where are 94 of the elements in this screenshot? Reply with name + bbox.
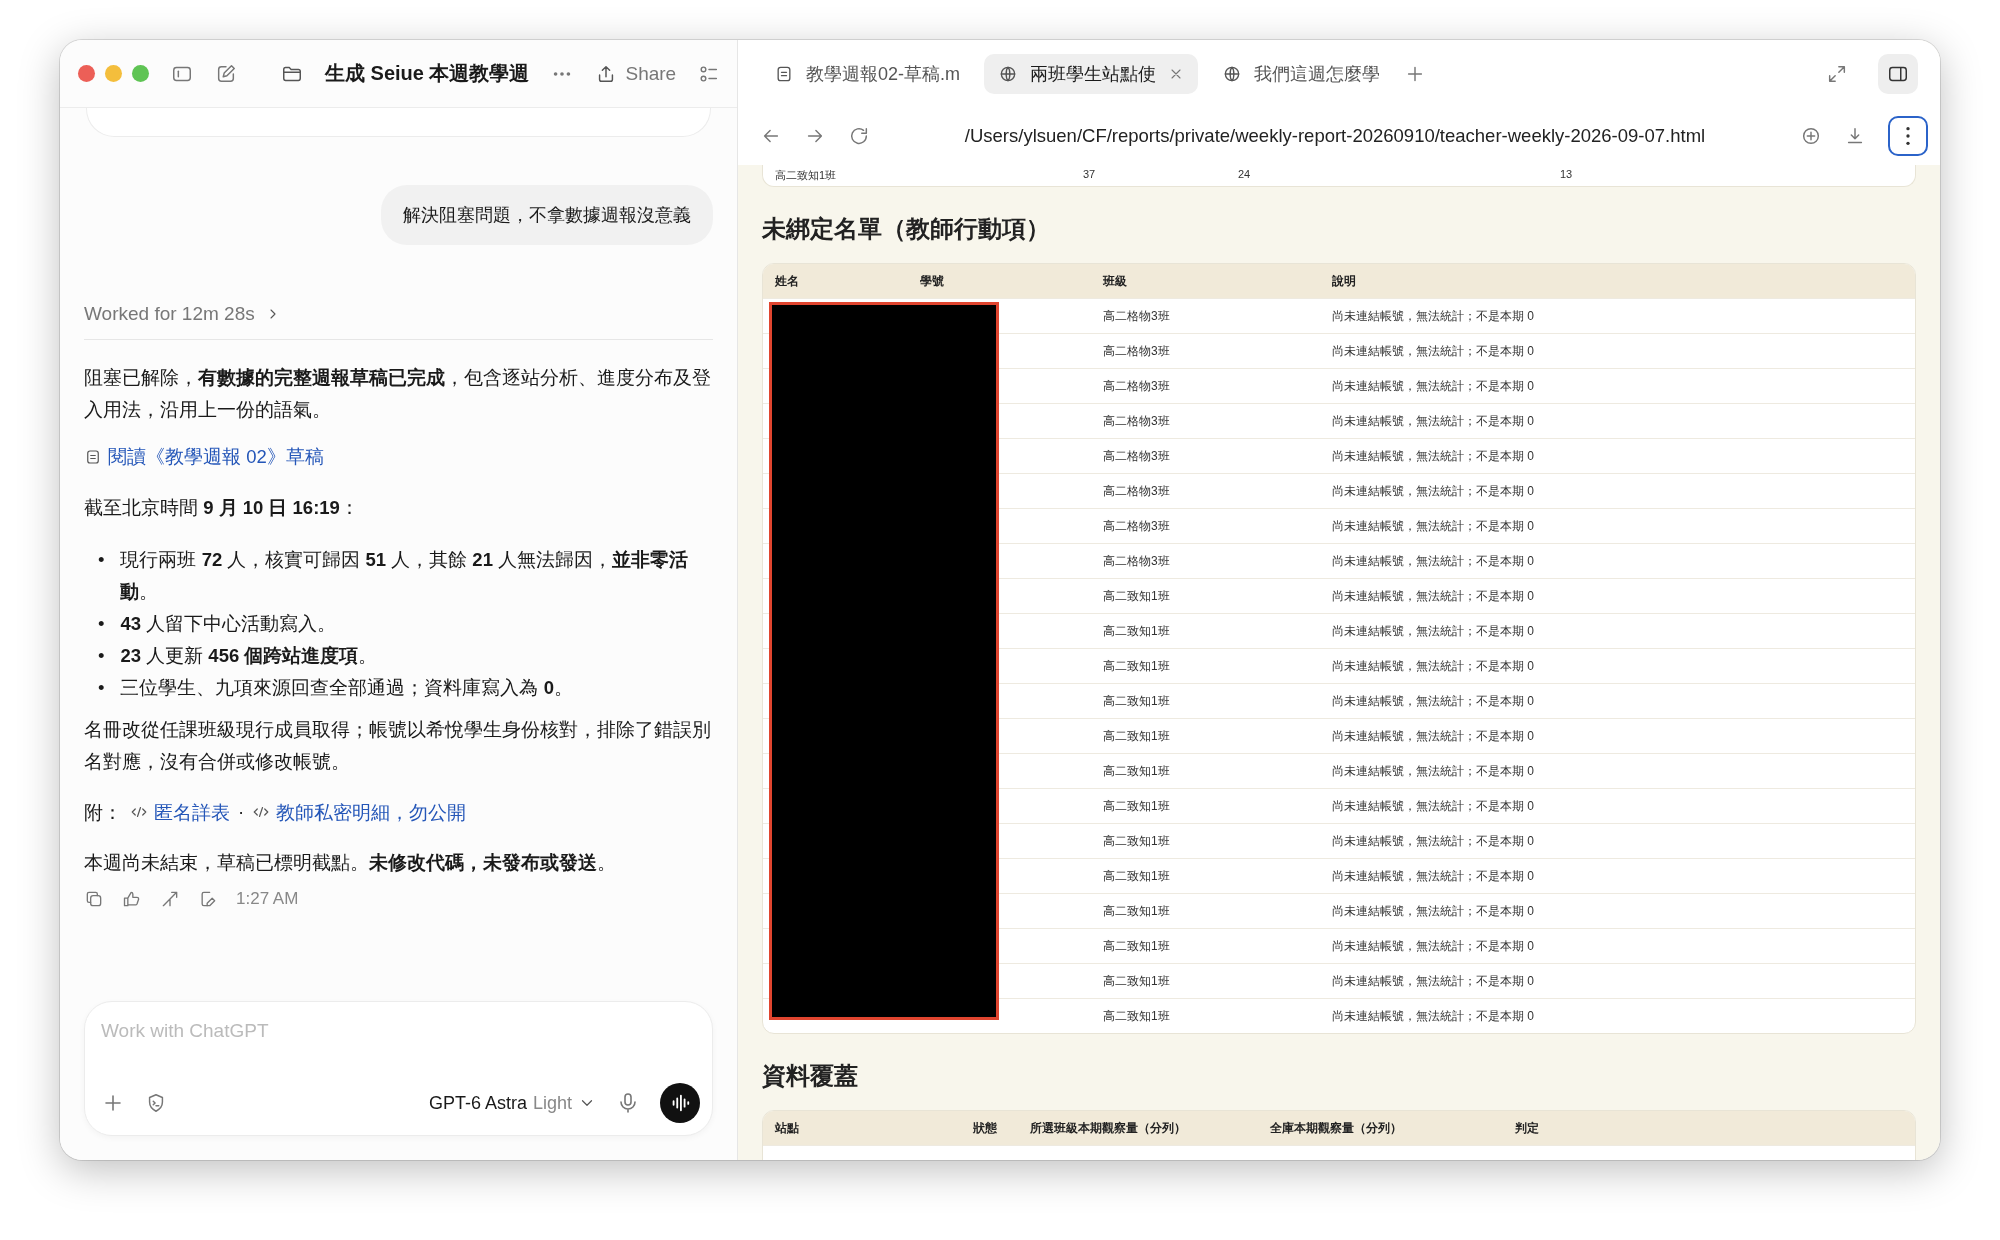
table-cell-text: 尚未連結帳號，無法統計；不是本期 0	[1332, 902, 1535, 920]
table-cell-text: 尚未連結帳號，無法統計；不是本期 0	[1332, 482, 1535, 500]
attachment-link[interactable]: 匿名詳表	[130, 799, 230, 825]
table-cell-text: 尚未連結帳號，無法統計；不是本期 0	[1332, 622, 1535, 640]
message-time: 1:27 AM	[236, 888, 299, 909]
more-options-button[interactable]	[1888, 116, 1928, 156]
bullet-marker: •	[98, 643, 105, 668]
table-cell-text: 13	[1560, 168, 1574, 182]
table-cell-text: 尚未連結帳號，無法統計；不是本期 0	[1332, 657, 1535, 675]
table-cell-text: 高二格物3班	[1103, 482, 1171, 500]
bullet-item: 現行兩班 72 人，核實可歸因 51 人，其餘 21 人無法歸因，並非零活動。	[120, 547, 690, 604]
document-link[interactable]: 閱讀《教學週報 02》草稿	[84, 444, 324, 469]
column-header: 判定	[1515, 1119, 1540, 1137]
browser-tab[interactable]: 教學週報02-草稿.m	[760, 53, 974, 94]
table-cell-text: 尚未連結帳號，無法統計；不是本期 0	[1332, 342, 1535, 360]
bullet-item: 23 人更新 456 個跨站進度項。	[120, 643, 378, 668]
table-cell-text: 尚未連結帳號，無法統計；不是本期 0	[1332, 307, 1535, 325]
table-cell-text: 高二格物3班	[1103, 412, 1171, 430]
table-cell-text: 尚未連結帳號，無法統計；不是本期 0	[1332, 517, 1535, 535]
column-header: 所選班級本期觀察量（分列）	[1030, 1119, 1187, 1137]
column-header: 說明	[1332, 272, 1357, 290]
attachments-label: 附：	[84, 800, 122, 825]
voice-button[interactable]	[660, 1083, 700, 1123]
table-cell-text: 尚未連結帳號，無法統計；不是本期 0	[1332, 727, 1535, 745]
table-cell-text: 尚未連結帳號，無法統計；不是本期 0	[1332, 412, 1535, 430]
column-header: 姓名	[775, 272, 800, 290]
bullet-marker: •	[98, 675, 105, 700]
bullet-item: 43 人留下中心活動寫入。	[120, 611, 337, 636]
worked-duration[interactable]: Worked for 12m 28s	[84, 303, 713, 340]
table-cell-text: 高二致知1班	[1103, 832, 1171, 850]
side-panel-button[interactable]	[1878, 53, 1918, 94]
table-cell-text: 高二致知1班	[1103, 902, 1171, 920]
browser-tab[interactable]: 兩班學生站點使	[984, 53, 1198, 94]
table-cell-text: 尚未連結帳號，無法統計；不是本期 0	[1332, 797, 1535, 815]
table-cell-text: 尚未連結帳號，無法統計；不是本期 0	[1332, 377, 1535, 395]
table-cell-text: 高二致知1班	[1103, 797, 1171, 815]
table-cell-text: 高二格物3班	[1103, 307, 1171, 325]
table-cell-text: 高二格物3班	[1103, 517, 1171, 535]
response-paragraph: 阻塞已解除，有數據的完整週報草稿已完成，包含逐站分析、進度分布及登入用法，沿用上一份的語氣。	[84, 366, 712, 422]
table-cell-text: 尚未連結帳號，無法統計；不是本期 0	[1332, 447, 1535, 465]
table-cell-text: 尚未連結帳號，無法統計；不是本期 0	[1332, 762, 1535, 780]
table-cell-text: 24	[1238, 168, 1252, 182]
table-cell-text: 高二格物3班	[1103, 552, 1171, 570]
model-selector[interactable]: GPT-6 Astra Light	[428, 1092, 596, 1114]
column-header: 學號	[920, 272, 945, 290]
address-bar[interactable]: /Users/ylsuen/CF/reports/private/weekly-report-20260910/teacher-weekly-2026-09-07.html	[892, 125, 1778, 147]
table-cell-text: 高二致知1班	[1103, 622, 1171, 640]
document-icon	[84, 447, 102, 466]
section-heading: 未綁定名單（教師行動項）	[762, 214, 1051, 244]
table-cell-text: 高二致知1班	[1103, 1007, 1171, 1025]
table-cell-text: 尚未連結帳號，無法統計；不是本期 0	[1332, 587, 1535, 605]
response-paragraph: 名冊改從任課班級現行成員取得；帳號以希悅學生身份核對，排除了錯誤別名對應，沒有合併或修改帳號。	[84, 717, 712, 774]
table-cell-text: 高二致知1班	[1103, 972, 1171, 990]
table-cell-text: 高二致知1班	[1103, 692, 1171, 710]
compose-icon[interactable]	[215, 62, 237, 85]
table-cell-text: 尚未連結帳號，無法統計；不是本期 0	[1332, 552, 1535, 570]
table-cell-text: 高二格物3班	[1103, 377, 1171, 395]
bullet-marker: •	[98, 611, 105, 636]
column-header: 全庫本期觀察量（分列）	[1270, 1119, 1403, 1137]
timestamp-line: 截至北京時間 9 月 10 日 16:19：	[84, 495, 360, 520]
table-cell-text: 高二致知1班	[1103, 587, 1171, 605]
bullet-item: 三位學生、九項來源回查全部通過；資料庫寫入為 0。	[120, 675, 573, 700]
share-button[interactable]: Share	[595, 62, 677, 85]
table-cell-text: 尚未連結帳號，無法統計；不是本期 0	[1332, 867, 1535, 885]
attachment-link[interactable]: 教師私密明細，勿公開	[252, 799, 467, 825]
table-cell-text: 尚未連結帳號，無法統計；不是本期 0	[1332, 692, 1535, 710]
table-cell-text: 尚未連結帳號，無法統計；不是本期 0	[1332, 1007, 1535, 1025]
table-cell-text: 高二致知1班	[775, 168, 838, 183]
table-cell-text: 高二致知1班	[1103, 867, 1171, 885]
column-header: 站點	[775, 1119, 800, 1137]
response-paragraph: 本週尚未結束，草稿已標明截點。未修改代碼，未發布或發送。	[84, 850, 617, 875]
column-header: 狀態	[973, 1119, 998, 1137]
table-cell-text: 37	[1083, 168, 1097, 182]
message-input[interactable]: Work with ChatGPT	[101, 1016, 700, 1046]
section-heading: 資料覆蓋	[762, 1061, 859, 1091]
close-window-button[interactable]	[78, 65, 95, 82]
reload-icon[interactable]	[848, 125, 870, 147]
bullet-marker: •	[98, 547, 105, 572]
user-message: 解決阻塞問題，不拿數據週報沒意義	[381, 185, 713, 245]
table-cell-text: 高二致知1班	[1103, 762, 1171, 780]
kebab-icon	[1906, 127, 1910, 145]
table-cell-text: 高二格物3班	[1103, 342, 1171, 360]
table-cell-text: 尚未連結帳號，無法統計；不是本期 0	[1332, 937, 1535, 955]
column-header: 班級	[1103, 272, 1128, 290]
add-comment-icon[interactable]	[1800, 125, 1822, 147]
table-cell-text: 高二致知1班	[1103, 657, 1171, 675]
table-cell-text: 高二致知1班	[1103, 937, 1171, 955]
separator-dot: ·	[238, 801, 245, 823]
browser-tab[interactable]: 我們這週怎麼學	[1208, 53, 1394, 94]
window-title: 生成 Seiue 本週教學週	[325, 61, 530, 86]
table-cell-text: 尚未連結帳號，無法統計；不是本期 0	[1332, 832, 1535, 850]
table-cell-text: 尚未連結帳號，無法統計；不是本期 0	[1332, 972, 1535, 990]
table-cell-text: 高二格物3班	[1103, 447, 1171, 465]
table-cell-text: 高二致知1班	[1103, 727, 1171, 745]
